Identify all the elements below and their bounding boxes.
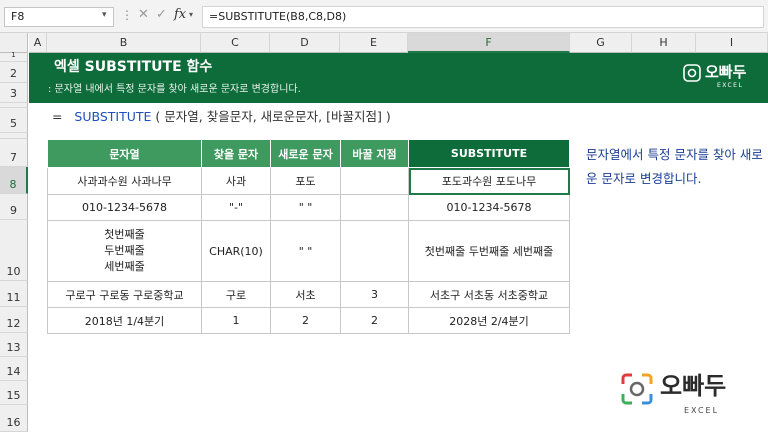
header-string: 문자열 <box>47 139 202 168</box>
table-header-row: 문자열 찾을 문자 새로운 문자 바꿀 지점 SUBSTITUTE <box>47 139 570 168</box>
row-header-1[interactable]: 1 <box>0 51 28 62</box>
logo-subtext: EXCEL <box>717 82 744 89</box>
syntax-arguments: ( 문자열, 찾을문자, 새로운문자, [바꿀지점] ) <box>151 109 391 124</box>
logo-subtext: EXCEL <box>684 406 720 415</box>
table-cell[interactable]: 구로구 구로동 구로중학교 <box>47 281 202 308</box>
column-header-d[interactable]: D <box>270 33 340 53</box>
row-number: 7 <box>10 151 17 164</box>
column-header-b[interactable]: B <box>47 33 201 53</box>
row-number: 14 <box>6 365 21 378</box>
enter-icon[interactable]: ✓ <box>156 8 167 22</box>
row-number: 2 <box>10 67 17 80</box>
row-header-9[interactable]: 9 <box>0 194 28 220</box>
logo-mark-icon <box>683 64 701 82</box>
column-header-i[interactable]: I <box>696 33 768 53</box>
table-cell[interactable]: 첫번째줄 두번째줄 세번째줄 <box>408 220 570 282</box>
description-text: 문자열에서 특정 문자를 찾아 새로운 문자로 변경합니다. <box>586 147 763 186</box>
active-cell[interactable]: 포도과수원 포도나무 <box>408 167 570 195</box>
row-header-15[interactable]: 15 <box>0 381 28 405</box>
table-cell[interactable]: " " <box>270 220 341 282</box>
row-number: 5 <box>10 117 17 130</box>
row-number: 8 <box>9 178 17 191</box>
table-cell[interactable] <box>340 167 409 195</box>
more-icon[interactable]: ⋮ <box>121 8 133 22</box>
row-number: 13 <box>6 341 21 354</box>
row-number: 11 <box>6 291 21 304</box>
table-row: 010-1234-5678 "-" " " 010-1234-5678 <box>47 194 570 221</box>
row-number: 12 <box>6 317 21 330</box>
page-subtitle: : 문자열 내에서 특정 문자를 찾아 새로운 문자로 변경합니다. <box>48 84 301 95</box>
row-header-14[interactable]: 14 <box>0 357 28 381</box>
table-cell[interactable]: 서초구 서초동 서초중학교 <box>408 281 570 308</box>
column-header-h[interactable]: H <box>632 33 696 53</box>
row-header-2[interactable]: 2 <box>0 62 28 83</box>
table-cell[interactable]: 첫번째줄 두번째줄 세번째줄 <box>47 220 202 282</box>
row-number: 1 <box>11 51 16 59</box>
logo-mark-icon <box>621 373 653 405</box>
table-cell[interactable]: 2 <box>270 307 341 334</box>
row-number: 16 <box>6 416 21 429</box>
table-row: 사과과수원 사과나무 사과 포도 포도과수원 포도나무 <box>47 167 570 195</box>
table-cell[interactable]: 010-1234-5678 <box>408 194 570 221</box>
column-header-e[interactable]: E <box>340 33 408 53</box>
syntax-line: = SUBSTITUTE ( 문자열, 찾을문자, 새로운문자, [바꿀지점] … <box>52 108 391 126</box>
row-header-3[interactable]: 3 <box>0 83 28 103</box>
row-header-5[interactable]: 5 <box>0 108 28 133</box>
table-cell[interactable]: 구로 <box>201 281 271 308</box>
syntax-function-name: SUBSTITUTE <box>74 109 152 124</box>
table-cell[interactable]: 포도 <box>270 167 341 195</box>
page-title: 엑셀 SUBSTITUTE 함수 <box>54 59 213 75</box>
column-header-a[interactable]: A <box>29 33 47 53</box>
table-cell[interactable]: 010-1234-5678 <box>47 194 202 221</box>
name-box[interactable]: F8 <box>4 7 114 27</box>
syntax-equals: = <box>52 109 63 124</box>
header-substitute: SUBSTITUTE <box>408 139 570 168</box>
table-cell[interactable]: 2018년 1/4분기 <box>47 307 202 334</box>
chevron-down-icon[interactable]: ▾ <box>189 10 193 19</box>
select-all-corner[interactable] <box>0 33 28 53</box>
row-number: 15 <box>6 389 21 402</box>
header-find-text: 찾을 문자 <box>201 139 271 168</box>
row-header-12[interactable]: 12 <box>0 307 28 333</box>
table-cell[interactable] <box>340 220 409 282</box>
cancel-icon[interactable]: ✕ <box>138 8 149 22</box>
table-cell[interactable]: 사과 <box>201 167 271 195</box>
table-cell[interactable]: CHAR(10) <box>201 220 271 282</box>
column-header-g[interactable]: G <box>570 33 632 53</box>
row-header-13[interactable]: 13 <box>0 333 28 357</box>
row-header-11[interactable]: 11 <box>0 281 28 307</box>
table-row: 2018년 1/4분기 1 2 2 2028년 2/4분기 <box>47 307 570 334</box>
column-header-f[interactable]: F <box>408 33 570 53</box>
row-header-7[interactable]: 7 <box>0 139 28 167</box>
table-cell[interactable]: 2028년 2/4분기 <box>408 307 570 334</box>
row-number: 9 <box>10 204 17 217</box>
table-cell[interactable]: 사과과수원 사과나무 <box>47 167 202 195</box>
header-instance: 바꿀 지점 <box>340 139 409 168</box>
formula-input[interactable]: =SUBSTITUTE(B8,C8,D8) <box>202 6 764 28</box>
header-new-text: 새로운 문자 <box>270 139 341 168</box>
table-cell[interactable]: 서초 <box>270 281 341 308</box>
row-header-8[interactable]: 8 <box>0 167 28 194</box>
table-row: 첫번째줄 두번째줄 세번째줄 CHAR(10) " " 첫번째줄 두번째줄 세번… <box>47 220 570 282</box>
row-number: 3 <box>10 87 17 100</box>
table-cell[interactable] <box>340 194 409 221</box>
logo-text: 오빠두 <box>660 372 727 400</box>
insert-function-icon[interactable]: fx <box>174 7 186 22</box>
table-cell[interactable]: " " <box>270 194 341 221</box>
table-cell[interactable]: 1 <box>201 307 271 334</box>
table-cell[interactable]: 3 <box>340 281 409 308</box>
logo-text: 오빠두 <box>705 63 747 81</box>
row-header-16[interactable]: 16 <box>0 405 28 432</box>
example-table: 문자열 찾을 문자 새로운 문자 바꿀 지점 SUBSTITUTE 사과과수원 … <box>47 139 570 334</box>
table-cell[interactable]: "-" <box>201 194 271 221</box>
table-row: 구로구 구로동 구로중학교 구로 서초 3 서초구 서초동 서초중학교 <box>47 281 570 308</box>
row-header-10[interactable]: 10 <box>0 220 28 281</box>
column-header-c[interactable]: C <box>201 33 270 53</box>
row-number: 10 <box>6 265 21 278</box>
table-cell[interactable]: 2 <box>340 307 409 334</box>
chevron-down-icon[interactable]: ▾ <box>102 10 107 20</box>
